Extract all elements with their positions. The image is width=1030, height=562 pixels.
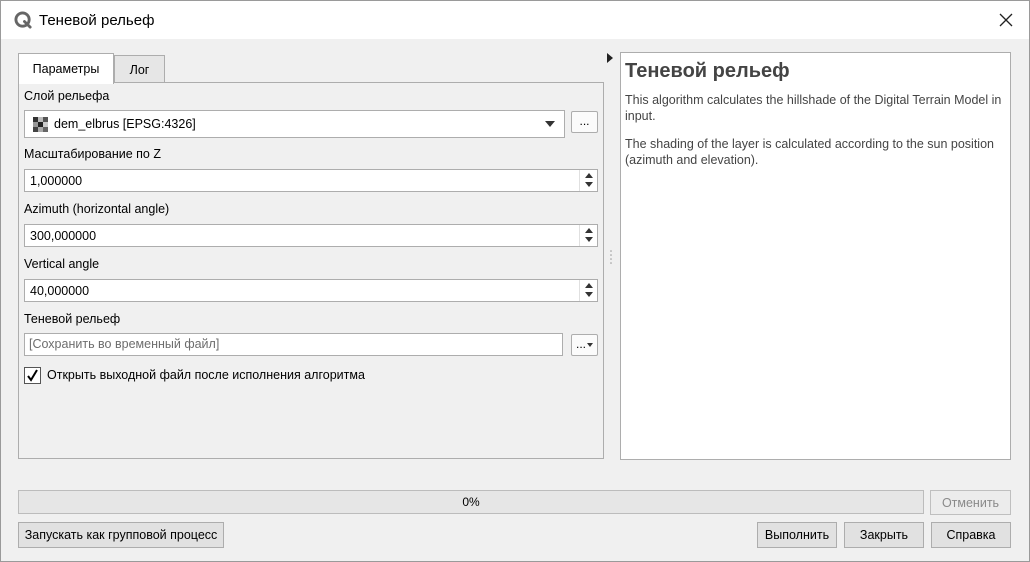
step-up-icon[interactable]	[585, 228, 593, 233]
dem-layer-value: dem_elbrus [EPSG:4326]	[54, 117, 196, 131]
help-button[interactable]: Справка	[931, 522, 1011, 548]
window-close-button[interactable]	[983, 1, 1029, 39]
help-title: Теневой рельеф	[625, 60, 790, 82]
z-factor-stepper[interactable]	[579, 170, 597, 191]
tab-parameters[interactable]: Параметры	[18, 53, 114, 84]
qgis-logo-icon	[14, 11, 32, 29]
output-browse-label: ...	[575, 337, 586, 351]
dialog-window: Теневой рельеф Параметры Лог Слой рельеф…	[0, 0, 1030, 562]
checkmark-icon	[27, 369, 38, 382]
window-title: Теневой рельеф	[39, 12, 155, 29]
batch-process-button[interactable]: Запускать как групповой процесс	[18, 522, 224, 548]
azimuth-value: 300,000000	[30, 229, 97, 243]
progress-text: 0%	[462, 495, 480, 509]
vertical-angle-value: 40,000000	[30, 284, 90, 298]
z-factor-value: 1,000000	[30, 174, 83, 188]
tab-log[interactable]: Лог	[114, 55, 165, 83]
z-factor-spinbox[interactable]: 1,000000	[24, 169, 598, 192]
output-browse-button[interactable]: ...	[571, 334, 598, 356]
vertical-angle-stepper[interactable]	[579, 280, 597, 301]
step-down-icon[interactable]	[585, 182, 593, 187]
raster-layer-icon	[33, 117, 48, 132]
progress-bar: 0%	[18, 490, 924, 514]
output-file-input[interactable]	[29, 337, 549, 351]
dem-layer-browse-button[interactable]: ...	[571, 111, 598, 133]
z-factor-label: Масштабирование по Z	[24, 147, 161, 161]
output-label: Теневой рельеф	[24, 312, 121, 326]
step-up-icon[interactable]	[585, 283, 593, 288]
azimuth-stepper[interactable]	[579, 225, 597, 246]
dem-layer-label: Слой рельефа	[24, 89, 110, 103]
azimuth-label: Azimuth (horizontal angle)	[24, 202, 170, 216]
help-paragraph: The shading of the layer is calculated a…	[625, 137, 994, 167]
title-bar: Теневой рельеф	[1, 1, 1029, 39]
step-down-icon[interactable]	[585, 237, 593, 242]
close-icon	[999, 13, 1013, 27]
help-panel: Теневой рельеф This algorithm calculates…	[620, 52, 1011, 460]
open-output-checkbox[interactable]	[24, 367, 41, 384]
parameters-panel	[18, 82, 604, 459]
run-button[interactable]: Выполнить	[757, 522, 837, 548]
vertical-angle-spinbox[interactable]: 40,000000	[24, 279, 598, 302]
close-button[interactable]: Закрыть	[844, 522, 924, 548]
cancel-button[interactable]: Отменить	[930, 490, 1011, 515]
azimuth-spinbox[interactable]: 300,000000	[24, 224, 598, 247]
step-up-icon[interactable]	[585, 173, 593, 178]
vertical-angle-label: Vertical angle	[24, 257, 100, 271]
output-file-field[interactable]	[24, 333, 563, 356]
open-output-label[interactable]: Открыть выходной файл после исполнения а…	[47, 368, 365, 382]
chevron-down-icon	[545, 121, 555, 127]
step-down-icon[interactable]	[585, 292, 593, 297]
chevron-right-icon[interactable]	[607, 53, 613, 63]
splitter-handle[interactable]	[610, 249, 612, 267]
dem-layer-combobox[interactable]: dem_elbrus [EPSG:4326]	[24, 110, 565, 138]
help-paragraph: This algorithm calculates the hillshade …	[625, 93, 1002, 123]
chevron-down-icon	[587, 342, 593, 347]
